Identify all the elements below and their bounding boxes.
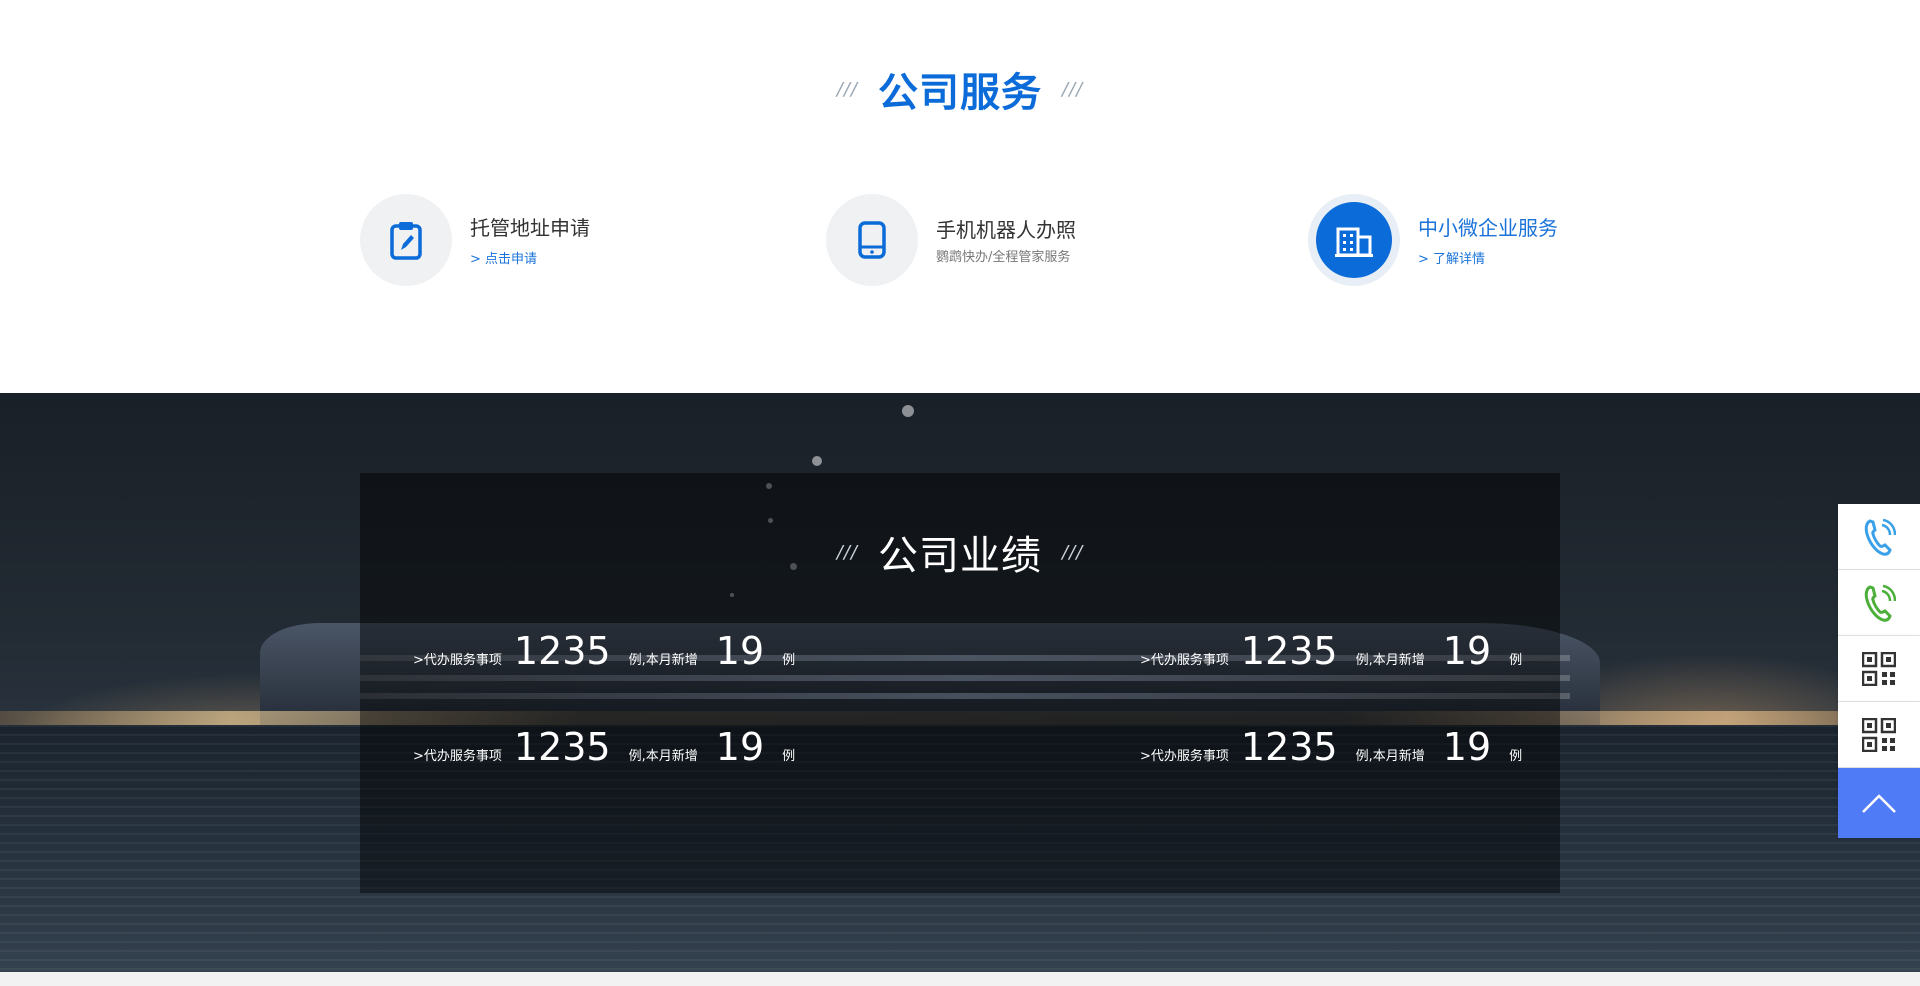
service-item-mobile-license[interactable]: 手机机器人办照 鹦鹉快办/全程管家服务 (826, 194, 1076, 286)
service-title: 手机机器人办照 (936, 217, 1076, 242)
stat-unit: 例 (782, 749, 796, 764)
service-icon-circle (826, 194, 918, 286)
qrcode-icon (1862, 717, 1896, 752)
service-item-address[interactable]: 托管地址申请 > 点击申请 (360, 194, 590, 286)
bokeh-dot (902, 405, 914, 417)
services-section: /// 公司服务 /// 托管地址申请 > 点击申请 手机机器人办照 鹦鹉快办/… (0, 0, 1920, 393)
service-subtitle: 鹦鹉快办/全程管家服务 (936, 249, 1071, 265)
chevron-up-icon (1862, 794, 1896, 813)
stat-item: >代办服务事项 1235 例,本月新增 19 例 (1140, 629, 1522, 673)
stat-unit: 例 (782, 653, 796, 668)
qrcode-button[interactable] (1838, 636, 1920, 702)
service-icon-circle (360, 194, 452, 286)
stat-total: 1235 (1240, 629, 1338, 673)
service-title: 托管地址申请 (470, 215, 590, 240)
performance-section: /// 公司业绩 /// >代办服务事项 1235 例,本月新增 19 例 >代… (0, 393, 1920, 972)
stat-new: 19 (1442, 725, 1492, 769)
details-link[interactable]: > 了解详情 (1418, 248, 1558, 267)
building-icon (1335, 227, 1373, 257)
qrcode-button[interactable] (1838, 702, 1920, 768)
phone-icon (1864, 518, 1896, 556)
stat-total: 1235 (1240, 725, 1338, 769)
stat-total: 1235 (513, 725, 611, 769)
stat-mid-text: 例,本月新增 (1355, 653, 1425, 668)
stat-unit: 例 (1509, 749, 1523, 764)
stat-total: 1235 (513, 629, 611, 673)
stat-mid-text: 例,本月新增 (1355, 749, 1425, 764)
stat-new: 19 (715, 629, 765, 673)
stat-label: >代办服务事项 (413, 653, 502, 668)
title-slashes-left: /// (836, 78, 858, 100)
stat-item: >代办服务事项 1235 例,本月新增 19 例 (413, 629, 795, 673)
stat-unit: 例 (1509, 653, 1523, 668)
stat-mid-text: 例,本月新增 (628, 749, 698, 764)
title-slashes-right: /// (1062, 541, 1084, 563)
stat-mid-text: 例,本月新增 (628, 653, 698, 668)
back-to-top-button[interactable] (1838, 768, 1920, 838)
tablet-icon (858, 221, 886, 259)
stat-label: >代办服务事项 (1140, 653, 1229, 668)
title-slashes-right: /// (1062, 78, 1084, 100)
phone-icon (1864, 584, 1896, 622)
footer-strip (0, 972, 1920, 986)
floating-sidebar (1838, 504, 1920, 838)
stat-new: 19 (1442, 629, 1492, 673)
performance-title: 公司业绩 (878, 533, 1042, 579)
service-item-sme[interactable]: 中小微企业服务 > 了解详情 (1308, 194, 1558, 286)
stat-item: >代办服务事项 1235 例,本月新增 19 例 (1140, 725, 1522, 769)
clipboard-pen-icon (390, 222, 422, 260)
title-slashes-left: /// (836, 541, 858, 563)
service-title: 中小微企业服务 (1418, 215, 1558, 240)
services-title: 公司服务 (878, 70, 1042, 116)
service-icon-circle-active (1308, 194, 1400, 286)
stat-label: >代办服务事项 (413, 749, 502, 764)
phone-button[interactable] (1838, 570, 1920, 636)
stat-item: >代办服务事项 1235 例,本月新增 19 例 (413, 725, 795, 769)
stat-new: 19 (715, 725, 765, 769)
services-title-group: /// 公司服务 /// (0, 60, 1920, 118)
stat-label: >代办服务事项 (1140, 749, 1229, 764)
apply-link[interactable]: > 点击申请 (470, 248, 590, 267)
hotline-button[interactable] (1838, 504, 1920, 570)
qrcode-icon (1862, 651, 1896, 686)
bokeh-dot (812, 456, 822, 466)
performance-title-group: /// 公司业绩 /// (0, 523, 1920, 581)
